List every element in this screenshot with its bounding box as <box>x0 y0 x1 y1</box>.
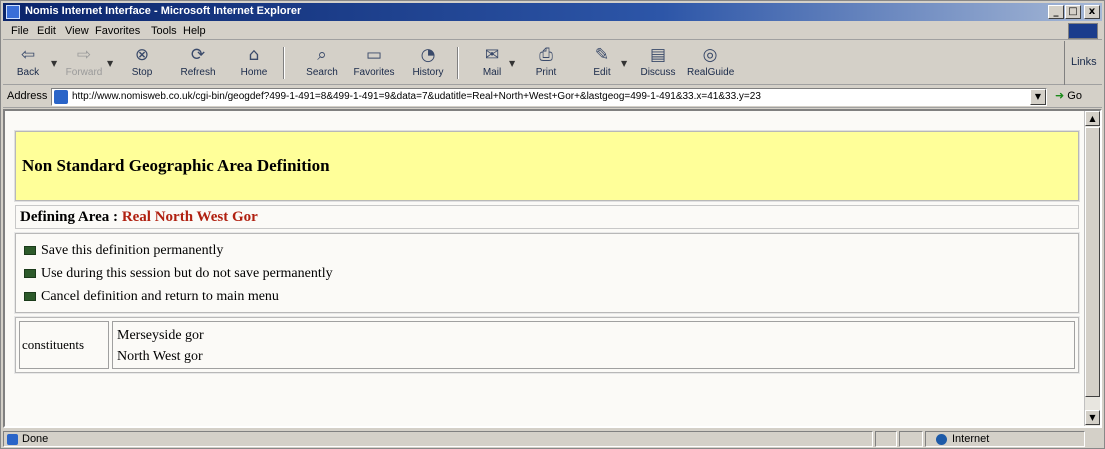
globe-icon <box>936 434 947 445</box>
back-button[interactable]: ⇦ Back <box>5 43 51 83</box>
zone-label: Internet <box>952 433 990 445</box>
nomis-page: Non Standard Geographic Area Definition … <box>14 130 1080 374</box>
window-title: Nomis Internet Interface - Microsoft Int… <box>25 5 302 17</box>
toolbar-separator <box>283 47 285 79</box>
list-item: North West gor <box>117 349 203 364</box>
mail-icon: ✉ <box>484 45 500 65</box>
scroll-down-icon[interactable]: ▼ <box>1085 410 1100 425</box>
refresh-icon: ⟳ <box>190 45 206 65</box>
discuss-button[interactable]: ▤ Discuss <box>635 43 681 83</box>
standard-toolbar: ⇦ Back ▼ ⇨ Forward ▼ ⊗ Stop ⟳ Refresh ⌂ … <box>3 41 1102 85</box>
go-arrow-icon: ➜ <box>1055 89 1065 102</box>
ie-app-icon <box>6 5 20 19</box>
constituents-list: Merseyside gor North West gor <box>112 321 1075 369</box>
page-title: Non Standard Geographic Area Definition <box>22 156 330 175</box>
cancel-definition-link[interactable]: Cancel definition and return to main men… <box>24 285 1070 308</box>
edit-dropdown-icon[interactable]: ▼ <box>621 59 627 68</box>
discuss-icon: ▤ <box>649 45 667 65</box>
forward-arrow-icon: ⇨ <box>76 45 92 65</box>
defining-area-value: Real North West Gor <box>121 209 258 225</box>
menu-help[interactable]: Help <box>183 25 206 37</box>
address-input[interactable]: http://www.nomisweb.co.uk/cgi-bin/geogde… <box>51 88 1047 106</box>
bullet-icon <box>24 269 36 278</box>
browser-window: Nomis Internet Interface - Microsoft Int… <box>0 0 1105 449</box>
save-permanently-link[interactable]: Save this definition permanently <box>24 239 1070 262</box>
scroll-up-icon[interactable]: ▲ <box>1085 111 1100 126</box>
home-button[interactable]: ⌂ Home <box>231 43 277 83</box>
realguide-button[interactable]: ◎ RealGuide <box>687 43 734 83</box>
vertical-scrollbar[interactable]: ▲ ▼ <box>1084 111 1100 426</box>
go-button[interactable]: ➜ Go <box>1055 89 1082 102</box>
menu-bar: File Edit View Favorites Tools Help <box>3 22 1102 40</box>
history-button[interactable]: ◔ History <box>405 43 451 83</box>
windows-logo-icon <box>1068 23 1098 39</box>
forward-button[interactable]: ⇨ Forward <box>61 43 107 83</box>
search-button[interactable]: ⌕ Search <box>299 43 345 83</box>
status-cell <box>875 431 897 447</box>
menu-view[interactable]: View <box>65 25 89 37</box>
favorites-button[interactable]: ▭ Favorites <box>351 43 397 83</box>
print-button[interactable]: ⎙ Print <box>523 43 569 83</box>
header-banner: Non Standard Geographic Area Definition <box>14 130 1080 202</box>
address-bar: Address http://www.nomisweb.co.uk/cgi-bi… <box>3 86 1102 108</box>
forward-dropdown-icon[interactable]: ▼ <box>107 59 113 68</box>
status-cell <box>899 431 923 447</box>
title-bar: Nomis Internet Interface - Microsoft Int… <box>3 3 1102 21</box>
edit-icon: ✎ <box>594 45 610 65</box>
links-label: Links <box>1071 56 1097 68</box>
bullet-icon <box>24 246 36 255</box>
menu-tools[interactable]: Tools <box>151 25 177 37</box>
refresh-button[interactable]: ⟳ Refresh <box>175 43 221 83</box>
scroll-thumb[interactable] <box>1085 127 1100 397</box>
page-icon <box>54 90 68 104</box>
constituents-table: constituents Merseyside gor North West g… <box>14 316 1080 374</box>
minimize-button[interactable]: _ <box>1048 5 1064 19</box>
stop-button[interactable]: ⊗ Stop <box>119 43 165 83</box>
close-button[interactable]: x <box>1084 5 1100 19</box>
mail-dropdown-icon[interactable]: ▼ <box>509 59 515 68</box>
edit-button[interactable]: ✎ Edit <box>579 43 625 83</box>
page-content: Non Standard Geographic Area Definition … <box>3 109 1102 428</box>
use-this-session-link[interactable]: Use during this session but do not save … <box>24 262 1070 285</box>
toolbar-separator <box>457 47 459 79</box>
links-toolbar[interactable]: Links <box>1064 41 1102 85</box>
history-icon: ◔ <box>420 45 436 65</box>
options-box: Save this definition permanently Use dur… <box>14 232 1080 314</box>
defining-area-label: Defining Area : <box>20 209 119 225</box>
ie-page-icon <box>7 434 18 445</box>
bullet-icon <box>24 292 36 301</box>
list-item: Merseyside gor <box>117 328 204 343</box>
home-icon: ⌂ <box>248 45 260 65</box>
printer-icon: ⎙ <box>539 45 553 65</box>
status-text: Done <box>22 433 49 445</box>
back-arrow-icon: ⇦ <box>20 45 36 65</box>
status-bar: Done Internet <box>3 430 1102 448</box>
realguide-icon: ◎ <box>702 45 718 65</box>
menu-file[interactable]: File <box>11 25 29 37</box>
security-zone: Internet <box>925 431 1085 447</box>
address-url[interactable]: http://www.nomisweb.co.uk/cgi-bin/geogde… <box>72 91 972 102</box>
maximize-button[interactable]: □ <box>1065 5 1081 19</box>
menu-favorites[interactable]: Favorites <box>95 25 140 37</box>
back-dropdown-icon[interactable]: ▼ <box>51 59 57 68</box>
status-text-cell: Done <box>3 431 873 447</box>
search-icon: ⌕ <box>317 45 327 65</box>
address-label: Address <box>7 90 48 102</box>
favorites-folder-icon: ▭ <box>365 45 383 65</box>
address-dropdown-icon[interactable]: ▼ <box>1030 89 1046 105</box>
menu-edit[interactable]: Edit <box>37 25 56 37</box>
stop-icon: ⊗ <box>134 45 150 65</box>
constituents-label: constituents <box>19 321 109 369</box>
defining-area-row: Defining Area : Real North West Gor <box>15 205 1079 229</box>
